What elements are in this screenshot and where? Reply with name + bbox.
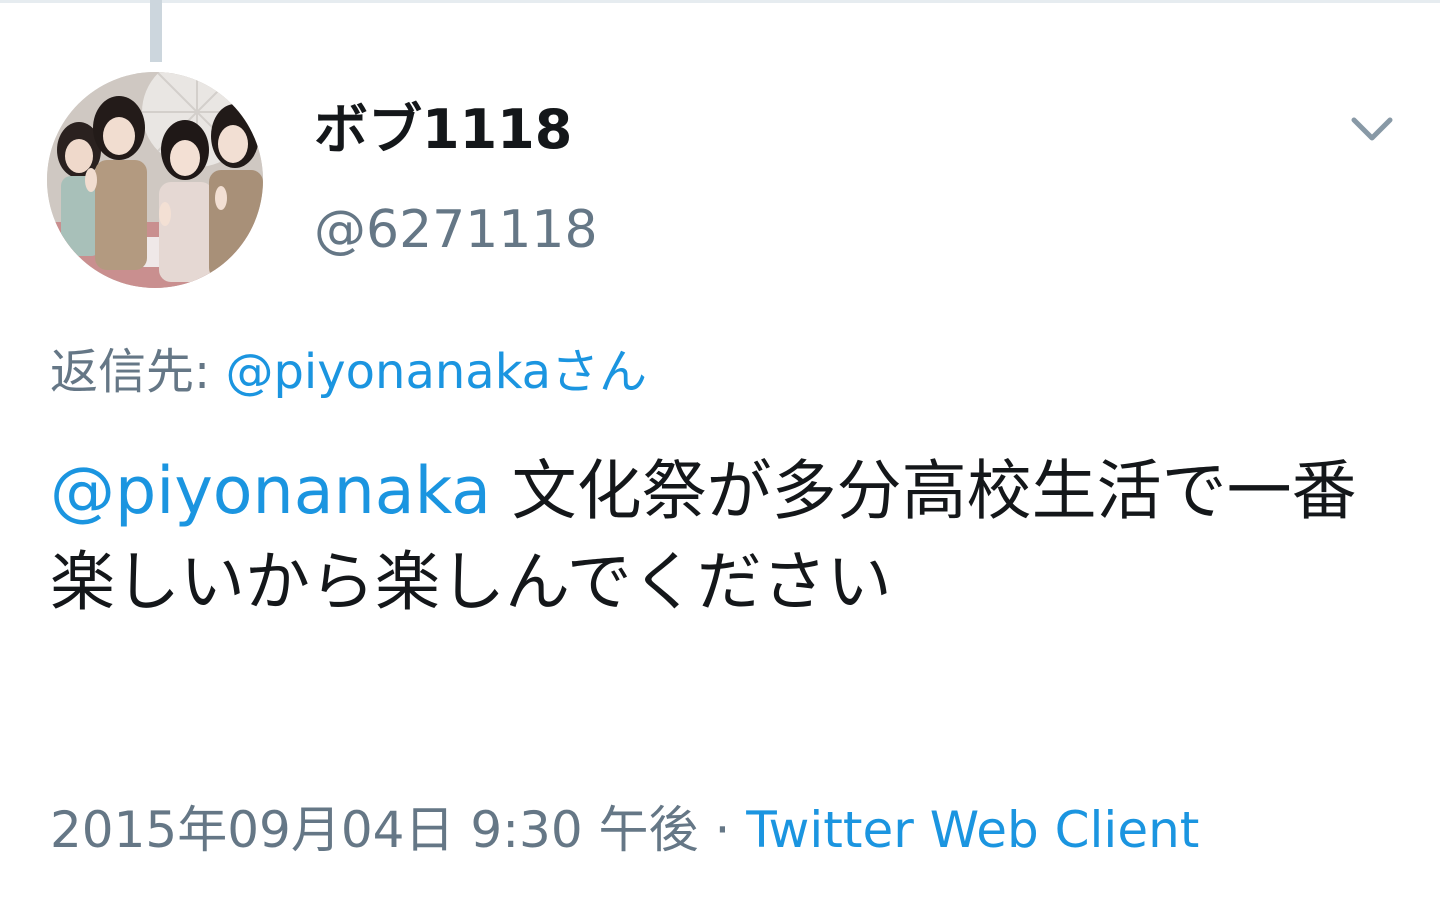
group-photo-avatar-image [47, 72, 263, 288]
chevron-down-icon[interactable] [1346, 110, 1398, 150]
timestamp[interactable]: 2015年09月04日 9:30 午後 [50, 801, 699, 859]
meta-separator: · [698, 801, 747, 859]
avatar[interactable] [47, 72, 263, 288]
tweet-meta: 2015年09月04日 9:30 午後 · Twitter Web Client [50, 798, 1199, 862]
tweet-detail: ボブ1118 @6271118 返信先: @piyonanakaさん @piyo… [0, 0, 1440, 905]
divider [0, 0, 1440, 3]
reply-to-prefix: 返信先: [50, 344, 226, 400]
tweet-text: @piyonanaka 文化祭が多分高校生活で一番楽しいから楽しんでください [50, 446, 1400, 628]
reply-to-link[interactable]: @piyonanakaさん [225, 344, 647, 400]
display-name[interactable]: ボブ1118 [314, 98, 572, 162]
source-client-link[interactable]: Twitter Web Client [746, 801, 1199, 859]
user-handle[interactable]: @6271118 [314, 198, 598, 262]
reply-to-line: 返信先: @piyonanakaさん [50, 340, 647, 404]
thread-connector-line [150, 0, 162, 62]
mention-link[interactable]: @piyonanaka [50, 454, 491, 529]
